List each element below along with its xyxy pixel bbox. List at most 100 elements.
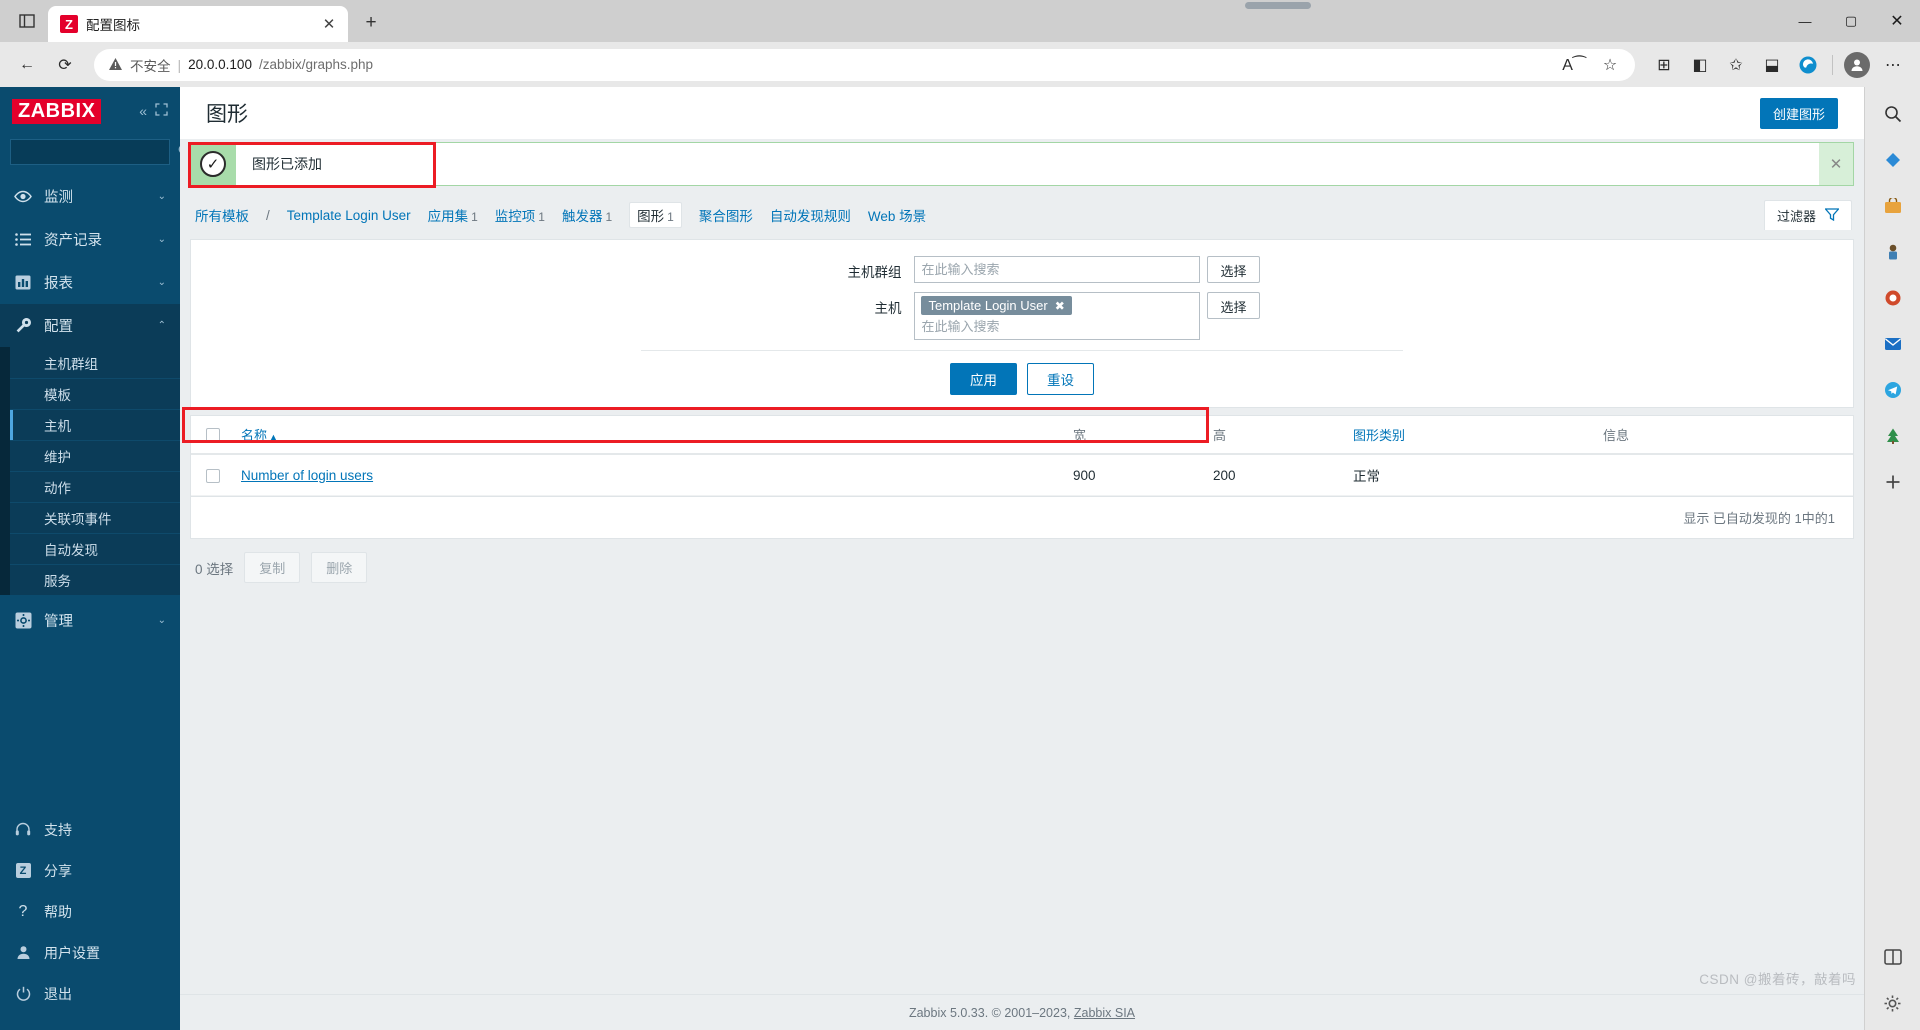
delete-button[interactable]: 删除 <box>311 552 368 583</box>
chevron-down-icon[interactable]: ⌄ <box>158 615 166 626</box>
chevron-down-icon[interactable]: ⌄ <box>158 234 166 245</box>
footer-text: Zabbix 5.0.33. © 2001–2023, <box>908 1005 1071 1020</box>
reset-button[interactable]: 重设 <box>1027 363 1094 395</box>
footer-link[interactable]: Zabbix SIA <box>1074 1006 1135 1020</box>
table-row[interactable]: Number of login users 900 200 正常 <box>191 454 1853 496</box>
sidebar-subitem-host-groups[interactable]: 主机群组 <box>10 347 180 378</box>
search-input[interactable] <box>19 144 178 160</box>
split-screen-icon[interactable]: ◧ <box>1683 48 1717 82</box>
page-viewport: ZABBIX « 监测 ⌄ 资产记录 ⌄ 报表 ⌄ 配置 ⌃ 主机群组 模板 主… <box>0 87 1920 1030</box>
sidebar-item-administration[interactable]: 管理 ⌄ <box>0 599 180 642</box>
refresh-icon[interactable]: ⟳ <box>48 48 82 82</box>
new-tab-button[interactable]: + <box>356 8 386 38</box>
browser-tab[interactable]: Z 配置图标 ✕ <box>48 6 348 42</box>
host-group-input[interactable]: 在此输入搜索 <box>914 256 1201 283</box>
sidebar-subitem-services[interactable]: 服务 <box>10 564 180 595</box>
search-icon[interactable] <box>1876 97 1910 131</box>
sidebar-item-reports[interactable]: 报表 ⌄ <box>0 261 180 304</box>
breadcrumb-all-templates[interactable]: 所有模板 <box>195 205 249 225</box>
window-drag-handle[interactable] <box>1245 2 1311 9</box>
extensions-icon[interactable]: ⊞ <box>1647 48 1681 82</box>
breadcrumb-template-name[interactable]: Template Login User <box>287 208 411 223</box>
tab-graphs[interactable]: 图形 1 <box>629 202 682 228</box>
graph-name-link[interactable]: Number of login users <box>241 468 373 483</box>
filter-tab[interactable]: 过滤器 <box>1763 200 1852 230</box>
office-icon[interactable] <box>1876 281 1910 315</box>
back-icon[interactable]: ← <box>10 48 44 82</box>
outlook-icon[interactable] <box>1876 327 1910 361</box>
tab-list-icon[interactable] <box>6 3 48 39</box>
read-aloud-icon[interactable]: A⁀ <box>1557 48 1591 82</box>
sidebar-item-help[interactable]: ? 帮助 <box>0 891 180 932</box>
collapse-sidebar-icon[interactable]: « <box>139 103 147 119</box>
column-header-graph-type[interactable]: 图形类别 <box>1343 416 1593 455</box>
tab-count: 1 <box>605 210 613 224</box>
chevron-down-icon[interactable]: ⌄ <box>158 277 166 288</box>
remove-chip-icon[interactable]: ✖ <box>1055 299 1065 313</box>
sidebar-item-support[interactable]: 支持 <box>0 809 180 850</box>
tools-icon[interactable] <box>1876 235 1910 269</box>
chevron-down-icon[interactable]: ⌄ <box>158 191 166 202</box>
window-close-icon[interactable]: ✕ <box>1874 0 1920 42</box>
split-screen-icon[interactable] <box>1876 940 1910 974</box>
settings-gear-icon[interactable] <box>1876 986 1910 1020</box>
sidebar-subitem-label: 维护 <box>44 450 71 465</box>
tab-discovery-rules[interactable]: 自动发现规则 <box>770 205 851 225</box>
host-select-button[interactable]: 选择 <box>1207 292 1260 319</box>
telegram-icon[interactable] <box>1876 373 1910 407</box>
sidebar-subitem-maintenance[interactable]: 维护 <box>10 440 180 471</box>
copy-button[interactable]: 复制 <box>244 552 301 583</box>
chevron-up-icon[interactable]: ⌃ <box>158 320 166 331</box>
sidebar-item-share[interactable]: Z 分享 <box>0 850 180 891</box>
row-checkbox[interactable] <box>206 468 220 483</box>
sidebar-item-signout[interactable]: 退出 <box>0 973 180 1014</box>
sidebar-subitem-templates[interactable]: 模板 <box>10 378 180 409</box>
sidebar-subitem-label: 主机群组 <box>44 356 98 372</box>
minimize-icon[interactable]: — <box>1782 0 1828 42</box>
maximize-icon[interactable]: ▢ <box>1828 0 1874 42</box>
sidebar-subitem-event-correlation[interactable]: 关联项事件 <box>10 502 180 533</box>
select-all-header <box>191 416 231 455</box>
sidebar-subitem-actions[interactable]: 动作 <box>10 471 180 502</box>
tab-items[interactable]: 监控项 1 <box>495 205 545 225</box>
host-chip[interactable]: Template Login User ✖ <box>921 296 1072 315</box>
close-icon[interactable]: ✕ <box>318 13 340 35</box>
select-all-checkbox[interactable] <box>206 428 220 443</box>
host-group-select-button[interactable]: 选择 <box>1207 256 1260 283</box>
collections-icon[interactable]: ⬓ <box>1755 48 1789 82</box>
tab-label: Web 场景 <box>867 209 927 224</box>
tree-icon[interactable] <box>1876 419 1910 453</box>
sidebar-logo-row: ZABBIX « <box>0 87 180 135</box>
host-multiselect[interactable]: Template Login User ✖ 在此输入搜索 <box>914 292 1201 340</box>
add-icon[interactable] <box>1876 465 1910 499</box>
success-icon-container: ✓ <box>190 143 236 185</box>
cell-info <box>1593 454 1853 496</box>
sidebar-item-inventory[interactable]: 资产记录 ⌄ <box>0 218 180 261</box>
tab-web-scenarios[interactable]: Web 场景 <box>868 205 926 225</box>
zabbix-logo[interactable]: ZABBIX <box>12 98 102 124</box>
sidebar-subitem-discovery[interactable]: 自动发现 <box>10 533 180 564</box>
close-message-icon[interactable]: ✕ <box>1819 143 1853 185</box>
sidebar-item-label: 分享 <box>44 862 72 879</box>
shopping-icon[interactable] <box>1876 189 1910 223</box>
search-box[interactable] <box>10 139 191 165</box>
apply-button[interactable]: 应用 <box>950 363 1017 395</box>
more-options-icon[interactable]: ⋯ <box>1876 48 1910 82</box>
profile-avatar[interactable] <box>1840 48 1874 82</box>
expand-sidebar-icon[interactable] <box>155 103 168 119</box>
sidebar-item-configuration[interactable]: 配置 ⌃ <box>0 304 180 347</box>
tab-screens[interactable]: 聚合图形 <box>699 205 753 225</box>
sidebar-item-monitoring[interactable]: 监测 ⌄ <box>0 175 180 218</box>
edge-copilot-icon[interactable] <box>1791 48 1825 82</box>
address-bar[interactable]: 不安全 | 20.0.0.100/zabbix/graphs.php A⁀ ☆ <box>94 48 1635 82</box>
create-graph-button[interactable]: 创建图形 <box>1759 97 1838 129</box>
sidebar-item-user-settings[interactable]: 用户设置 <box>0 932 180 973</box>
tab-triggers[interactable]: 触发器 1 <box>562 205 612 225</box>
discover-icon[interactable] <box>1876 143 1910 177</box>
favorites-icon[interactable]: ✩ <box>1719 48 1753 82</box>
favorite-star-icon[interactable]: ☆ <box>1593 48 1627 82</box>
sidebar-subitem-hosts[interactable]: 主机 <box>10 409 180 440</box>
tab-applications[interactable]: 应用集 1 <box>428 205 478 225</box>
breadcrumb-separator: / <box>266 207 270 223</box>
column-header-name[interactable]: 名称 ▲ <box>231 416 1063 455</box>
